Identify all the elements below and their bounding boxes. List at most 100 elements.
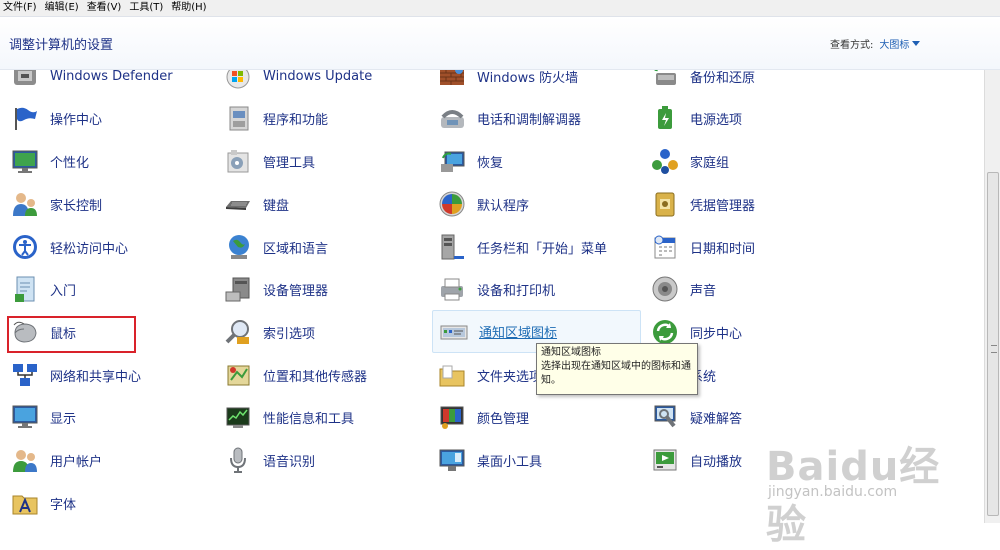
user-accounts-icon <box>10 445 40 475</box>
item-label: 性能信息和工具 <box>263 411 355 427</box>
highlight-box <box>7 316 136 353</box>
cp-item-personalization[interactable]: 个性化 <box>4 143 204 179</box>
item-label: 操作中心 <box>50 112 103 128</box>
network-sharing-icon <box>10 360 40 390</box>
cp-item-speech-recognition[interactable]: 语音识别 <box>217 442 417 478</box>
windows-update-icon <box>223 70 253 91</box>
item-label: 区域和语言 <box>263 241 329 257</box>
view-by: 查看方式: 大图标 <box>830 36 921 51</box>
credential-manager-icon <box>650 189 680 219</box>
menu-file[interactable]: 文件(F) <box>0 0 42 16</box>
sound-speaker-icon <box>650 274 680 304</box>
item-label: 设备和打印机 <box>477 283 556 299</box>
cp-item-performance[interactable]: 性能信息和工具 <box>217 399 417 435</box>
recovery-icon <box>437 146 467 176</box>
item-label: 恢复 <box>477 155 504 171</box>
cp-item-troubleshooting[interactable]: 疑难解答 <box>644 399 844 435</box>
cp-item-default-programs[interactable]: 默认程序 <box>431 186 631 222</box>
cp-item-keyboard[interactable]: 键盘 <box>217 186 417 222</box>
tooltip-title: 通知区域图标 <box>541 347 601 358</box>
cp-item-homegroup[interactable]: 家庭组 <box>644 143 844 179</box>
cp-item-display[interactable]: 显示 <box>4 399 204 435</box>
cp-item-user-accounts[interactable]: 用户帐户 <box>4 442 204 478</box>
cp-item-desktop-gadgets[interactable]: 桌面小工具 <box>431 442 631 478</box>
indexing-options-icon <box>223 317 253 347</box>
admin-tools-icon <box>223 146 253 176</box>
cp-item-getting-started[interactable]: 入门 <box>4 271 204 307</box>
item-label: 管理工具 <box>263 155 316 171</box>
firewall-icon <box>437 70 467 91</box>
cp-item-backup-restore[interactable]: 备份和还原 <box>644 70 844 94</box>
menu-view[interactable]: 查看(V) <box>84 0 127 16</box>
keyboard-icon <box>223 189 253 219</box>
chevron-down-icon[interactable] <box>912 41 921 46</box>
devices-printers-icon <box>437 274 467 304</box>
scrollbar-thumb[interactable] <box>987 172 999 516</box>
personalization-icon <box>10 146 40 176</box>
item-label: 桌面小工具 <box>477 454 543 470</box>
cp-item-action-center[interactable]: 操作中心 <box>4 100 204 136</box>
cp-item-indexing-options[interactable]: 索引选项 <box>217 314 417 350</box>
cp-item-device-manager[interactable]: 设备管理器 <box>217 271 417 307</box>
color-management-icon <box>437 402 467 432</box>
autoplay-icon <box>650 445 680 475</box>
item-label: 家庭组 <box>690 155 730 171</box>
notification-area-icon <box>439 317 469 347</box>
menu-tools[interactable]: 工具(T) <box>126 0 168 16</box>
cp-item-windows-defender[interactable]: Windows Defender <box>4 70 204 94</box>
item-label: 家长控制 <box>50 198 103 214</box>
cp-item-fonts[interactable]: 字体 <box>4 485 204 521</box>
cp-item-parental-controls[interactable]: 家长控制 <box>4 186 204 222</box>
cp-item-autoplay[interactable]: 自动播放 <box>644 442 844 478</box>
control-panel-header: 调整计算机的设置 查看方式: 大图标 <box>0 17 1000 70</box>
cp-item-sound[interactable]: 声音 <box>644 271 844 307</box>
cp-item-taskbar-start-menu[interactable]: 任务栏和「开始」菜单 <box>431 229 631 265</box>
display-icon <box>10 402 40 432</box>
cp-item-firewall[interactable]: Windows 防火墙 <box>431 70 631 94</box>
programs-features-icon <box>223 103 253 133</box>
cp-item-admin-tools[interactable]: 管理工具 <box>217 143 417 179</box>
item-label: 网络和共享中心 <box>50 369 142 385</box>
device-manager-icon <box>223 274 253 304</box>
date-time-icon <box>650 232 680 262</box>
cp-item-phone-modem[interactable]: 电话和调制解调器 <box>431 100 631 136</box>
page-title: 调整计算机的设置 <box>9 38 114 53</box>
item-label: 电话和调制解调器 <box>477 112 582 128</box>
cp-item-devices-printers[interactable]: 设备和打印机 <box>431 271 631 307</box>
item-label: 入门 <box>50 283 77 299</box>
item-label: 个性化 <box>50 155 90 171</box>
cp-item-region-language[interactable]: 区域和语言 <box>217 229 417 265</box>
getting-started-icon <box>10 274 40 304</box>
speech-recognition-icon <box>223 445 253 475</box>
item-label: 颜色管理 <box>477 411 530 427</box>
troubleshooting-icon <box>650 402 680 432</box>
cp-item-power-options[interactable]: 电源选项 <box>644 100 844 136</box>
cp-item-programs-features[interactable]: 程序和功能 <box>217 100 417 136</box>
item-label: 日期和时间 <box>690 241 756 257</box>
cp-item-ease-of-access[interactable]: 轻松访问中心 <box>4 229 204 265</box>
item-label: 凭据管理器 <box>690 198 756 214</box>
item-label: 疑难解答 <box>690 411 743 427</box>
menu-edit[interactable]: 编辑(E) <box>42 0 84 16</box>
cp-item-date-time[interactable]: 日期和时间 <box>644 229 844 265</box>
menu-help[interactable]: 帮助(H) <box>168 0 211 16</box>
cp-item-color-management[interactable]: 颜色管理 <box>431 399 631 435</box>
phone-modem-icon <box>437 103 467 133</box>
cp-item-recovery[interactable]: 恢复 <box>431 143 631 179</box>
tooltip-text: 选择出现在通知区域中的图标和通知。 <box>541 361 691 386</box>
cp-item-network-sharing[interactable]: 网络和共享中心 <box>4 357 204 393</box>
cp-item-location-sensors[interactable]: 位置和其他传感器 <box>217 357 417 393</box>
location-sensors-icon <box>223 360 253 390</box>
desktop-gadgets-icon <box>437 445 467 475</box>
item-label: Windows Defender <box>50 70 173 84</box>
menu-bar: 文件(F) 编辑(E) 查看(V) 工具(T) 帮助(H) <box>0 0 1000 17</box>
fonts-icon <box>10 488 40 518</box>
control-panel-items: Windows Defender Windows Update Windows … <box>0 70 984 523</box>
cp-item-windows-update[interactable]: Windows Update <box>217 70 417 94</box>
view-by-dropdown[interactable]: 大图标 <box>879 40 909 51</box>
vertical-scrollbar[interactable] <box>984 70 1000 523</box>
homegroup-icon <box>650 146 680 176</box>
cp-item-credential-manager[interactable]: 凭据管理器 <box>644 186 844 222</box>
tooltip: 通知区域图标 选择出现在通知区域中的图标和通知。 <box>536 343 698 395</box>
item-label: 字体 <box>50 497 77 513</box>
